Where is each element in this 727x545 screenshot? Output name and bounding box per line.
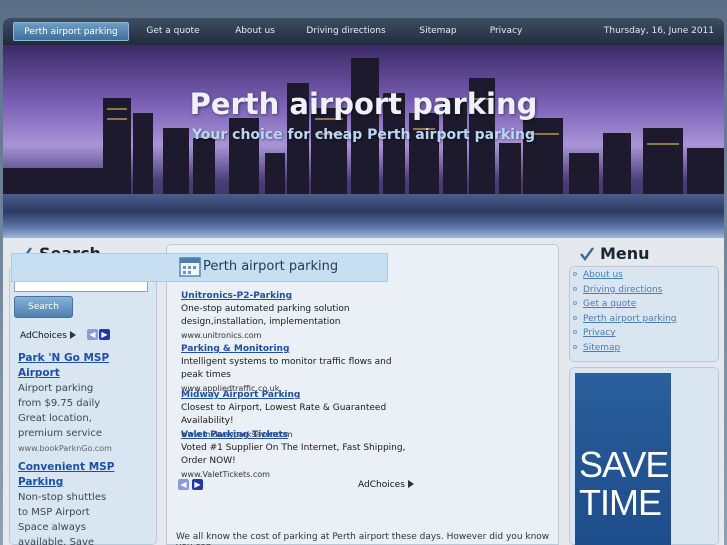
save-ad-line1: SAVE (579, 444, 669, 485)
center-ad-body: One-stop automated parking solution desi… (181, 304, 350, 327)
nav-privacy[interactable]: Privacy (483, 22, 529, 41)
center-ad-body: Intelligent systems to monitor traffic f… (181, 357, 392, 380)
adchoices-text: AdChoices (20, 331, 67, 341)
menu-item-about-us: About us (573, 268, 677, 283)
left-ad-2: Convenient MSP Parking Non-stop shuttles… (18, 460, 118, 545)
nav-sitemap[interactable]: Sitemap (413, 22, 463, 41)
site-title: Perth airport parking (189, 87, 538, 121)
nav-about-us[interactable]: About us (225, 22, 285, 41)
menu-item-driving-directions: Driving directions (573, 283, 677, 298)
center-ad-url[interactable]: www.unitronics.com (181, 329, 411, 342)
menu-link[interactable]: Driving directions (583, 285, 662, 295)
river-reflection (3, 194, 724, 238)
left-ad-1: Park 'N Go MSP Airport Airport parking f… (18, 351, 118, 456)
prev-ad-icon[interactable]: ◀ (87, 329, 98, 340)
left-ad-title[interactable]: Convenient MSP Parking (18, 460, 118, 490)
menu-link[interactable]: About us (583, 270, 623, 280)
center-ad-body: Voted #1 Supplier On The Internet, Fast … (181, 443, 406, 466)
search-button[interactable]: Search (14, 296, 73, 318)
menu-item-privacy: Privacy (573, 326, 677, 341)
adchoices-label-center[interactable]: AdChoices (358, 480, 414, 490)
adchoices-icon (407, 480, 414, 488)
page-frame: Perth airport parking Get a quote About … (3, 18, 724, 545)
center-ad-body: Closest to Airport, Lowest Rate & Guaran… (181, 403, 387, 426)
left-ad-title[interactable]: Park 'N Go MSP Airport (18, 351, 118, 381)
left-ad-body: Airport parking from $9.75 daily Great l… (18, 383, 102, 439)
left-ad-url[interactable]: www.bookParknGo.com (18, 441, 118, 456)
menu-link[interactable]: Privacy (583, 328, 616, 338)
center-ad-1: Unitronics-P2-Parking One-stop automated… (181, 290, 411, 342)
adchoices-icon (69, 331, 76, 339)
menu-link[interactable]: Sitemap (583, 343, 620, 353)
center-ad-title[interactable]: Parking & Monitoring (181, 343, 411, 356)
left-ad-body: Non-stop shuttles to MSP Airport Space a… (18, 492, 107, 545)
menu-link[interactable]: Get a quote (583, 299, 636, 309)
save-time-ad[interactable]: SAVE TIME (575, 373, 671, 545)
menu-list: About us Driving directions Get a quote … (573, 268, 677, 356)
center-prev-ad-icon[interactable]: ◀ (178, 479, 189, 490)
menu-item-sitemap: Sitemap (573, 341, 677, 356)
center-ad-2: Parking & Monitoring Intelligent systems… (181, 343, 411, 395)
center-ad-4: Valet Parking Tickets Voted #1 Supplier … (181, 429, 411, 481)
intro-paragraph: We all know the cost of parking at Perth… (176, 532, 550, 545)
save-ad-line2: TIME (579, 482, 662, 523)
menu-item-get-a-quote: Get a quote (573, 297, 677, 312)
center-ad-title[interactable]: Unitronics-P2-Parking (181, 290, 411, 303)
menu-title: Menu (600, 244, 650, 263)
checkmark-icon (580, 247, 594, 261)
adchoices-label-left[interactable]: AdChoices (20, 331, 76, 341)
center-ad-title[interactable]: Valet Parking Tickets (181, 429, 411, 442)
menu-link[interactable]: Perth airport parking (583, 314, 677, 324)
nav-driving-directions[interactable]: Driving directions (303, 22, 389, 41)
header-banner: Perth airport parking Your choice for ch… (3, 45, 724, 238)
site-tagline: Your choice for cheap Perth airport park… (191, 127, 536, 143)
nav-perth-airport-parking[interactable]: Perth airport parking (13, 22, 129, 41)
content-title: Perth airport parking (203, 259, 339, 274)
calendar-icon (179, 257, 201, 277)
nav-get-a-quote[interactable]: Get a quote (141, 22, 205, 41)
next-ad-icon[interactable]: ▶ (99, 329, 110, 340)
center-ad-title[interactable]: Midway Airport Parking (181, 389, 411, 402)
current-date: Thursday, 16, June 2011 (603, 26, 714, 36)
content-header-bar: Perth airport parking (174, 253, 551, 282)
menu-item-perth-airport-parking: Perth airport parking (573, 312, 677, 327)
adchoices-text: AdChoices (358, 480, 405, 490)
top-nav: Perth airport parking Get a quote About … (3, 18, 724, 45)
center-next-ad-icon[interactable]: ▶ (192, 479, 203, 490)
